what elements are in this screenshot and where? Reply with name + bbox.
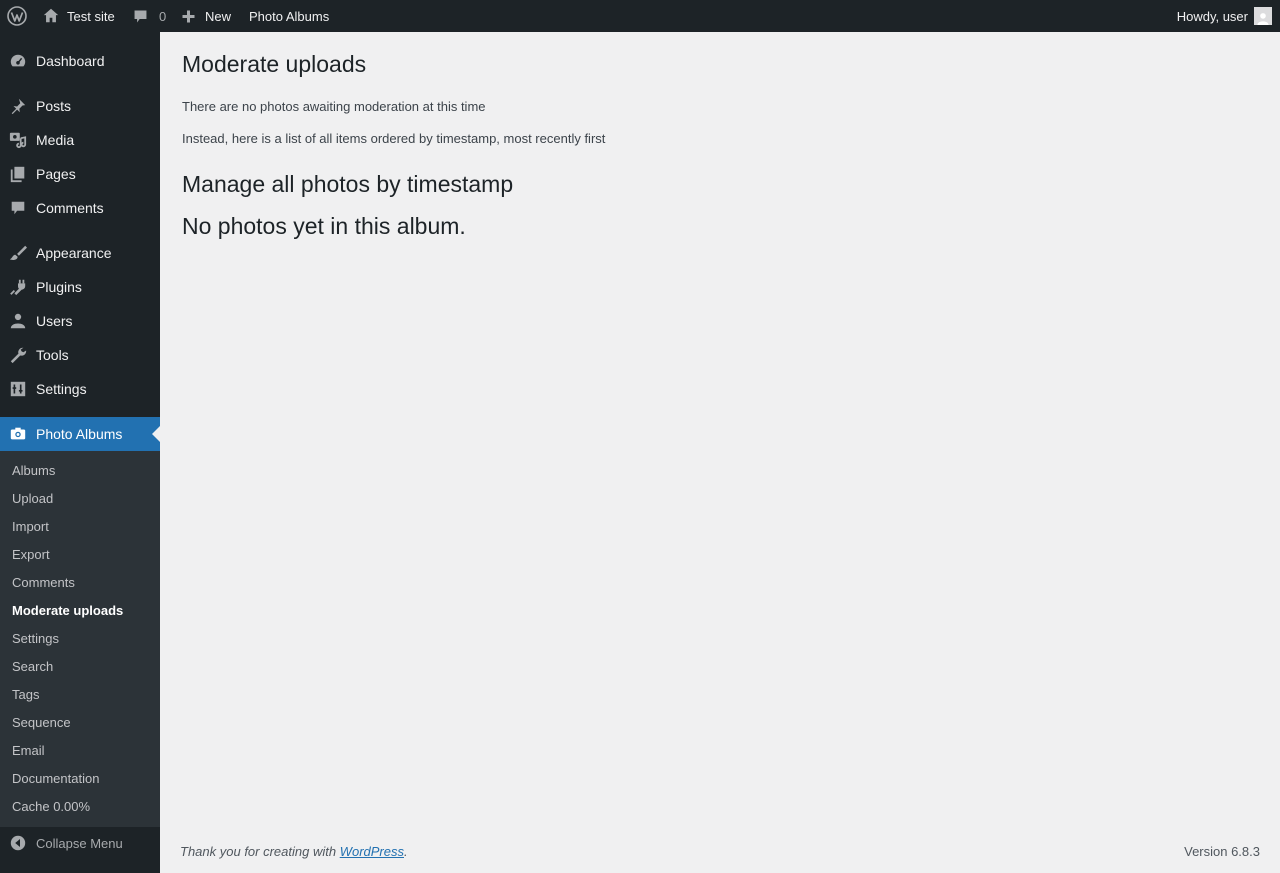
- sidebar-item-label: Tools: [36, 347, 69, 363]
- collapse-menu-label: Collapse Menu: [36, 835, 123, 851]
- admin-sidebar: Dashboard Posts Media Pages Comments App…: [0, 32, 160, 873]
- avatar: [1254, 7, 1272, 25]
- sidebar-item-label: Dashboard: [36, 53, 105, 69]
- collapse-menu-button[interactable]: Collapse Menu: [0, 827, 160, 859]
- sidebar-item-users[interactable]: Users: [0, 304, 160, 338]
- page-title: Moderate uploads: [182, 51, 367, 77]
- submenu-item-settings[interactable]: Settings: [12, 629, 59, 649]
- submenu-item-upload[interactable]: Upload: [12, 489, 53, 509]
- sidebar-item-appearance[interactable]: Appearance: [0, 236, 160, 270]
- sidebar-item-label: Photo Albums: [36, 426, 123, 442]
- site-name-link[interactable]: Test site: [42, 0, 115, 32]
- sidebar-item-label: Plugins: [36, 279, 82, 295]
- pushpin-icon: [0, 89, 36, 123]
- wrench-icon: [0, 338, 36, 372]
- photo-albums-label: Photo Albums: [249, 8, 330, 24]
- submenu-item-comments[interactable]: Comments: [12, 573, 75, 593]
- submenu-item-search[interactable]: Search: [12, 657, 53, 677]
- sidebar-item-comments[interactable]: Comments: [0, 191, 160, 225]
- sidebar-item-label: Appearance: [36, 245, 112, 261]
- paintbrush-icon: [0, 236, 36, 270]
- user-account-menu[interactable]: Howdy, user: [1177, 0, 1272, 32]
- submenu-item-export[interactable]: Export: [12, 545, 50, 565]
- plugin-icon: [0, 270, 36, 304]
- photo-albums-link[interactable]: Photo Albums: [249, 0, 329, 32]
- sidebar-item-media[interactable]: Media: [0, 123, 160, 157]
- no-photos-heading: No photos yet in this album.: [182, 213, 466, 239]
- footer-version: Version 6.8.3: [1184, 844, 1260, 859]
- dashboard-icon: [0, 44, 36, 78]
- manage-photos-heading: Manage all photos by timestamp: [182, 171, 514, 197]
- sidebar-item-plugins[interactable]: Plugins: [0, 270, 160, 304]
- footer-thanks: Thank you for creating with WordPress.: [180, 844, 408, 859]
- footer-thanks-prefix: Thank you for creating with: [180, 844, 340, 859]
- sidebar-item-photo-albums[interactable]: Photo Albums: [0, 417, 160, 451]
- sidebar-item-label: Media: [36, 132, 75, 148]
- sidebar-item-tools[interactable]: Tools: [0, 338, 160, 372]
- sidebar-item-settings[interactable]: Settings: [0, 372, 160, 406]
- photo-albums-submenu: Albums Upload Import Export Comments Mod…: [0, 451, 160, 827]
- settings-icon: [0, 372, 36, 406]
- plus-icon: [182, 10, 195, 22]
- submenu-item-moderate-uploads[interactable]: Moderate uploads: [12, 601, 123, 621]
- submenu-item-import[interactable]: Import: [12, 517, 49, 537]
- collapse-arrow-icon: [0, 835, 36, 851]
- sidebar-item-label: Pages: [36, 166, 76, 182]
- footer-thanks-suffix: .: [404, 844, 408, 859]
- submenu-item-albums[interactable]: Albums: [12, 461, 55, 481]
- camera-icon: [0, 417, 36, 451]
- sidebar-item-posts[interactable]: Posts: [0, 89, 160, 123]
- howdy-label: Howdy, user: [1176, 8, 1248, 24]
- wordpress-logo-icon[interactable]: [0, 0, 34, 32]
- sidebar-item-label: Comments: [36, 200, 104, 216]
- submenu-item-tags[interactable]: Tags: [12, 685, 39, 705]
- comments-count: 0: [159, 8, 167, 24]
- submenu-item-documentation[interactable]: Documentation: [12, 769, 99, 789]
- sidebar-item-label: Users: [36, 313, 73, 329]
- submenu-item-cache[interactable]: Cache 0.00%: [12, 797, 90, 817]
- site-name-label: Test site: [67, 8, 115, 24]
- pages-icon: [0, 157, 36, 191]
- ordering-note: Instead, here is a list of all items ord…: [182, 131, 606, 146]
- users-icon: [0, 304, 36, 338]
- submenu-item-email[interactable]: Email: [12, 741, 45, 761]
- sidebar-item-label: Posts: [36, 98, 72, 114]
- home-icon: [43, 8, 59, 23]
- comment-icon: [134, 10, 147, 22]
- sidebar-item-dashboard[interactable]: Dashboard: [0, 44, 160, 78]
- wordpress-link[interactable]: WordPress: [340, 844, 404, 859]
- new-label: New: [205, 8, 232, 24]
- comment-icon: [0, 191, 36, 225]
- comments-link[interactable]: 0: [132, 0, 166, 32]
- no-moderation-message: There are no photos awaiting moderation …: [182, 99, 486, 114]
- media-icon: [0, 123, 36, 157]
- sidebar-item-pages[interactable]: Pages: [0, 157, 160, 191]
- new-content-link[interactable]: New: [181, 0, 231, 32]
- submenu-item-sequence[interactable]: Sequence: [12, 713, 71, 733]
- sidebar-item-label: Settings: [36, 381, 87, 397]
- main-content: Moderate uploads There are no photos awa…: [160, 32, 1280, 873]
- admin-bar: Test site 0 New Photo Albums Howdy, user: [0, 0, 1280, 32]
